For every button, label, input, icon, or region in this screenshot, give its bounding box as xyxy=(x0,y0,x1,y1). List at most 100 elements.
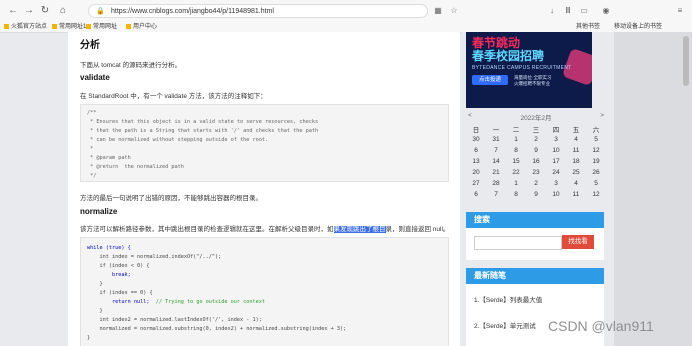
calendar-day: 24 xyxy=(552,169,560,176)
code-line: if (index == 0) { xyxy=(87,290,153,296)
banner-subtitle: 春季校园招聘 xyxy=(472,49,545,63)
bookmark-other[interactable]: 其他书签 xyxy=(576,21,600,30)
account-icon[interactable]: ◉ xyxy=(600,4,612,18)
banner-apply-button[interactable]: 点击投递 xyxy=(472,75,508,85)
recruitment-banner[interactable]: 春节跳动 春季校园招聘 BYTEDANCE CAMPUS RECRUITMENT… xyxy=(466,32,592,108)
code-line: * that the path is a String that starts … xyxy=(87,128,319,134)
library-icon[interactable]: Ⅲ xyxy=(562,4,574,18)
recent-post-link[interactable]: 2.【Serde】单元测试 xyxy=(474,320,536,330)
calendar-day: 31 xyxy=(492,136,500,143)
calendar-title: 2022年2月 xyxy=(520,115,552,122)
code-line: int index = normalized.indexOf("/../"); xyxy=(87,254,222,260)
code-block-normalize: while (true) { int index = normalized.in… xyxy=(80,237,449,346)
calendar-day: 8 xyxy=(514,147,518,154)
calendar-day: 15 xyxy=(512,158,520,165)
calendar-day: 26 xyxy=(592,169,600,176)
sidebar-icon[interactable]: ▭ xyxy=(578,4,590,18)
back-icon[interactable]: ← xyxy=(6,4,20,18)
calendar-day: 16 xyxy=(532,158,540,165)
bookmark-item[interactable]: 火狐官方站点 xyxy=(4,21,47,30)
grid-icon[interactable]: ▦ xyxy=(432,4,444,18)
calendar-next-button[interactable]: > xyxy=(600,112,604,119)
calendar-day: 5 xyxy=(594,180,598,187)
lock-icon: 🔒 xyxy=(96,8,105,15)
code-line: * xyxy=(87,146,94,152)
code-line: * @param path xyxy=(87,155,131,161)
code-block-comment: /** * Ensures that this object is in a v… xyxy=(80,104,449,182)
code-line: * Ensures that this object is in a valid… xyxy=(87,119,319,125)
code-line: while (true) { xyxy=(87,245,131,251)
weekday-label: 四 xyxy=(552,126,560,134)
recent-posts-widget: 最新随笔 1.【Serde】列表最大值 2.【Serde】单元测试 xyxy=(466,268,604,346)
bookmark-item[interactable]: 常用网址 xyxy=(86,21,117,30)
normalize-text: 该方法可以解析路径参数，其中跳出根目录的检查逻辑就在这里。在解析父级目录时，如果… xyxy=(80,226,450,233)
address-bar[interactable]: 🔒 https://www.cnblogs.com/jiangbo44/p/11… xyxy=(88,4,428,18)
url-text: https://www.cnblogs.com/jiangbo44/p/1194… xyxy=(111,8,274,15)
blog-sidebar: 春节跳动 春季校园招聘 BYTEDANCE CAMPUS RECRUITMENT… xyxy=(462,32,614,346)
download-icon[interactable]: ↓ xyxy=(546,4,558,18)
search-widget: 搜索 找找看 xyxy=(466,212,604,260)
code-line: * can be normalized without stepping out… xyxy=(87,137,269,143)
recent-post-link[interactable]: 1.【Serde】列表最大值 xyxy=(474,294,542,304)
code-line: return null; // Trying to go outside our… xyxy=(87,299,266,305)
home-icon[interactable]: ⌂ xyxy=(56,4,70,18)
intro-text: 下面从 tomcat 的源码来进行分析。 xyxy=(80,62,182,69)
reload-icon[interactable]: ↻ xyxy=(38,4,52,18)
banner-note: 火爆招聘不限专业 xyxy=(514,81,550,86)
validate-heading: validate xyxy=(80,73,110,82)
selected-text[interactable]: 果发现跳出了根目 xyxy=(333,226,386,233)
search-input[interactable] xyxy=(474,236,562,250)
calendar-day: 5 xyxy=(594,136,598,143)
weekday-label: 二 xyxy=(512,126,520,134)
scrollbar-thumb[interactable] xyxy=(683,36,689,86)
calendar-day: 14 xyxy=(492,158,500,165)
calendar-day: 6 xyxy=(474,147,478,154)
search-button[interactable]: 找找看 xyxy=(562,235,594,249)
code-line: break; xyxy=(87,272,131,278)
calendar-day: 1 xyxy=(514,136,518,143)
calendar-day: 6 xyxy=(474,191,478,198)
bookmark-mobile[interactable]: 移动设备上的书签 xyxy=(614,21,662,30)
calendar-day: 2 xyxy=(534,136,538,143)
calendar-day: 28 xyxy=(492,180,500,187)
weekday-label: 一 xyxy=(492,126,500,134)
code-line: int index2 = normalized.lastIndexOf('/',… xyxy=(87,317,262,323)
calendar: 2022年2月 < > 日 一 二 三 四 五 六 30 31 1 2 3 4 … xyxy=(466,112,606,222)
calendar-day: 25 xyxy=(572,169,580,176)
banner-caption: BYTEDANCE CAMPUS RECRUITMENT xyxy=(472,65,572,71)
calendar-day: 2 xyxy=(534,180,538,187)
folder-icon xyxy=(86,23,91,29)
bookmark-item[interactable]: 用户中心 xyxy=(126,21,157,30)
calendar-day: 1 xyxy=(514,180,518,187)
page-margin xyxy=(614,32,692,346)
bookmark-item[interactable]: 常用网址1 xyxy=(52,21,86,30)
calendar-day: 20 xyxy=(472,169,480,176)
calendar-day: 11 xyxy=(572,191,580,198)
calendar-day: 9 xyxy=(534,147,538,154)
calendar-day: 18 xyxy=(572,158,580,165)
calendar-day: 8 xyxy=(514,191,518,198)
code-line: } xyxy=(87,308,103,314)
code-line: normalized = normalized.substring(0, ind… xyxy=(87,326,347,332)
calendar-day: 7 xyxy=(494,191,498,198)
validate-text: 在 StandardRoot 中，有一个 validate 方法，该方法的注释如… xyxy=(80,93,267,100)
calendar-day: 9 xyxy=(534,191,538,198)
menu-icon[interactable]: ≡ xyxy=(674,4,686,18)
code-line: } xyxy=(87,335,91,341)
calendar-day: 22 xyxy=(512,169,520,176)
forward-icon[interactable]: → xyxy=(22,4,36,18)
folder-icon xyxy=(4,23,9,29)
weekday-label: 日 xyxy=(472,126,480,134)
calendar-prev-button[interactable]: < xyxy=(468,112,472,119)
search-widget-title: 搜索 xyxy=(466,212,604,228)
section-heading-analysis: 分析 xyxy=(80,40,100,51)
calendar-grid: 日 一 二 三 四 五 六 30 31 1 2 3 4 5 6 7 8 9 10… xyxy=(466,123,606,200)
after-code-text: 方法的最后一句说明了出错的原因，不能够跳出容器的根目录。 xyxy=(80,195,262,202)
calendar-day: 10 xyxy=(552,191,560,198)
code-line: */ xyxy=(87,173,97,179)
calendar-day: 10 xyxy=(552,147,560,154)
calendar-day: 3 xyxy=(554,180,558,187)
code-line: if (index < 0) { xyxy=(87,263,150,269)
watermark: CSDN @vlan911 xyxy=(548,318,654,334)
star-icon[interactable]: ☆ xyxy=(448,4,460,18)
